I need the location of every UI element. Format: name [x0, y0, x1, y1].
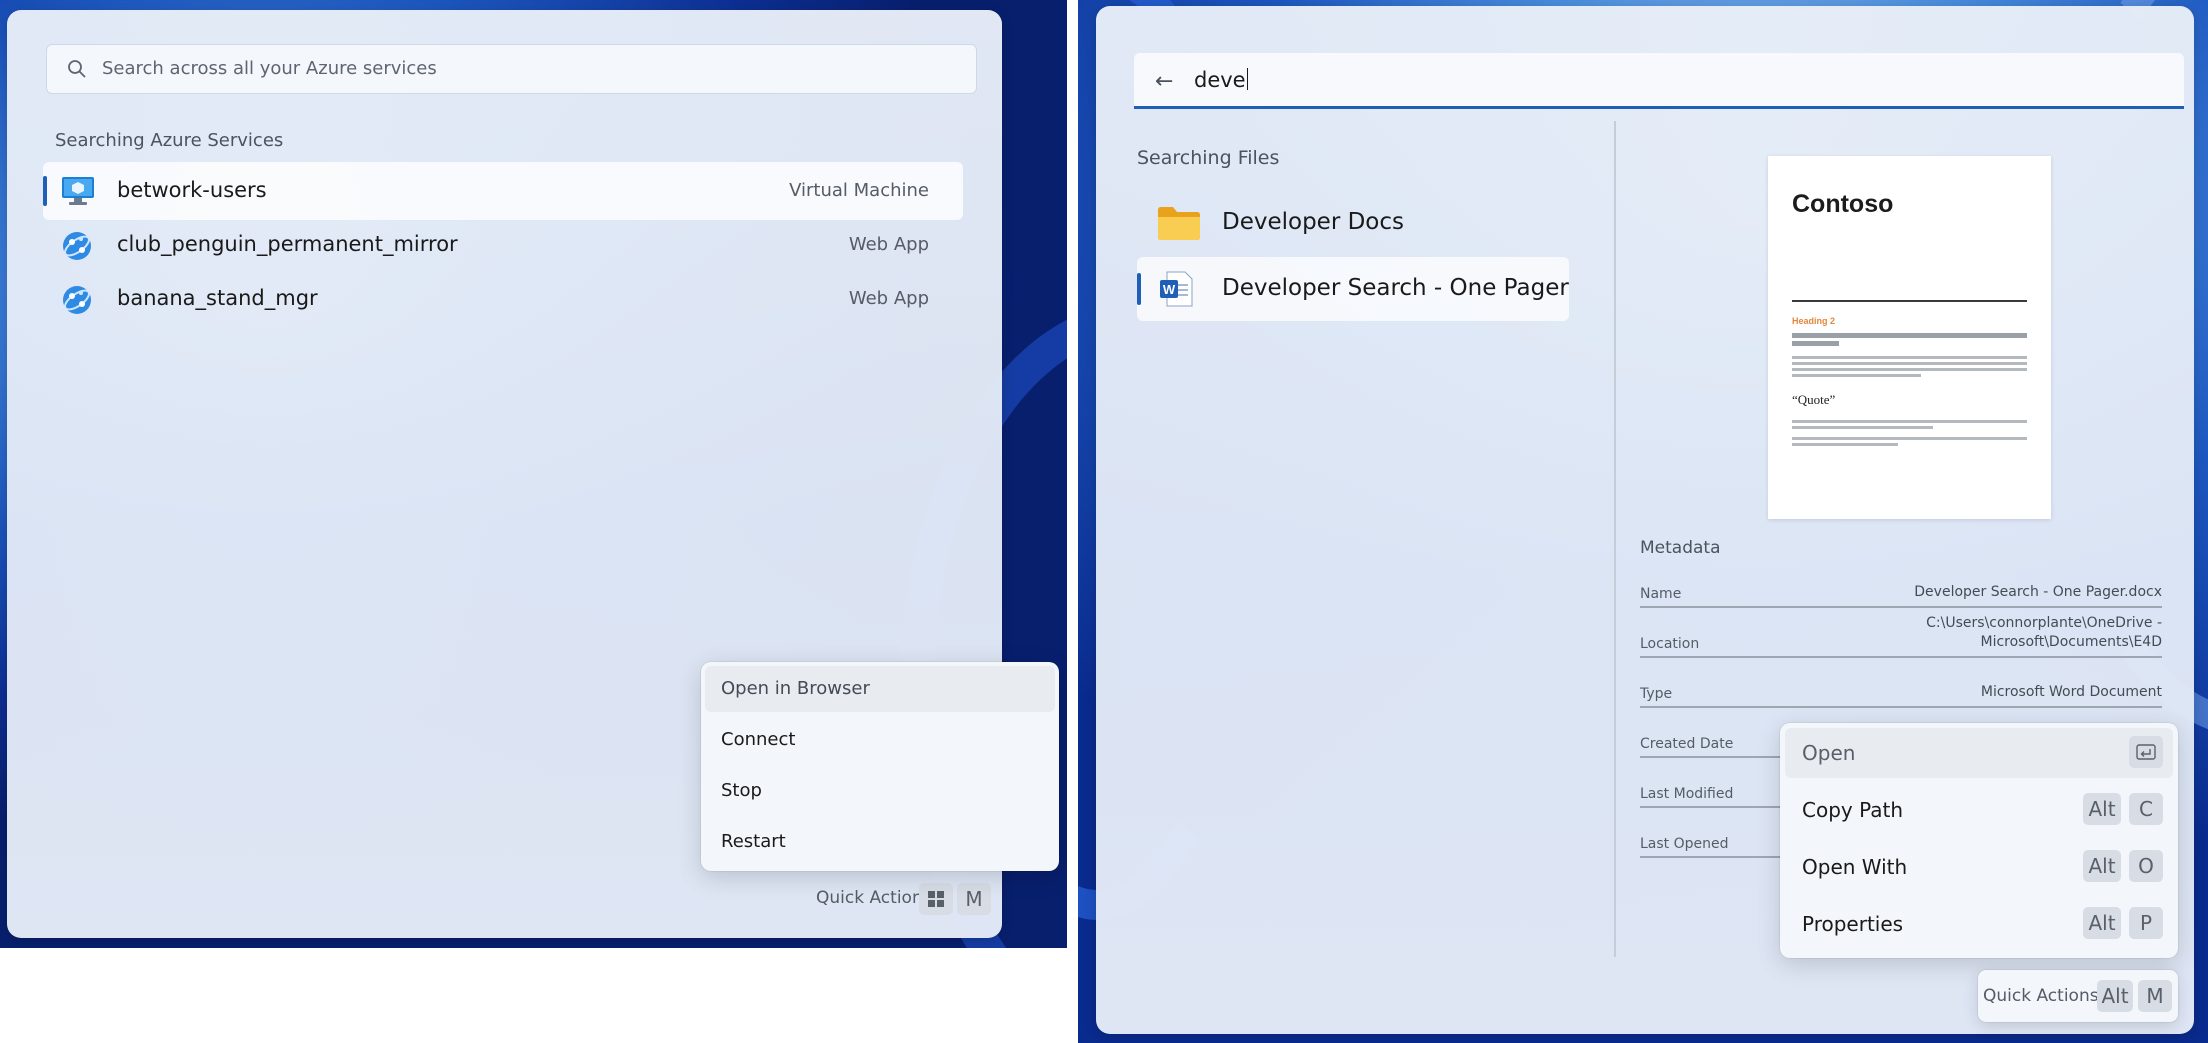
shortcut-key: C [2129, 793, 2163, 825]
metadata-key: Last Modified [1640, 786, 1734, 802]
menu-item-label: Stop [721, 780, 762, 801]
preview-quote: “Quote” [1792, 392, 1836, 407]
result-name: club_penguin_permanent_mirror [117, 232, 458, 256]
result-name: Developer Search - One Pager [1222, 275, 1569, 301]
result-row[interactable]: betwork-users Virtual Machine [43, 162, 963, 220]
result-row[interactable]: W Developer Search - One Pager [1137, 257, 1569, 321]
back-arrow-icon[interactable]: ← [1155, 69, 1173, 94]
document-preview[interactable]: Contoso Heading 2 “Quote” [1768, 156, 2051, 519]
menu-item-label: Restart [721, 831, 786, 852]
enter-key-icon [2129, 736, 2163, 768]
quick-actions-label: Quick Actions [816, 888, 932, 908]
preview-rule [1792, 300, 2027, 302]
metadata-value: C:\Users\connorplante\OneDrive - Microso… [1926, 615, 2162, 650]
menu-item-label: Open [1802, 741, 1856, 765]
menu-item-label: Open With [1802, 855, 1908, 879]
result-type: Virtual Machine [789, 180, 929, 201]
metadata-key: Created Date [1640, 736, 1734, 752]
metadata-key: Name [1640, 586, 1682, 602]
shortcut-key[interactable]: M [957, 883, 991, 915]
word-doc-icon: W [1160, 271, 1193, 307]
folder-icon [1158, 207, 1200, 240]
metadata-row-location: Location C:\Users\connorplante\OneDrive … [1640, 614, 2162, 658]
menu-item-label: Copy Path [1802, 798, 1904, 822]
menu-item-properties[interactable]: Properties Alt P [1785, 899, 2173, 949]
preview-text-lines [1792, 332, 2027, 346]
search-query-text: deve [1194, 68, 1246, 92]
text-caret [1246, 68, 1248, 90]
pane-divider [1614, 121, 1616, 957]
quick-actions-bar[interactable]: Quick Actions Alt M [1978, 970, 2178, 1022]
metadata-key: Type [1640, 686, 1673, 702]
result-row[interactable]: banana_stand_mgr Web App [43, 270, 963, 328]
search-icon [68, 60, 86, 78]
context-menu: Open in Browser Connect Stop Restart [701, 662, 1059, 871]
shortcut-key: Alt [2083, 850, 2121, 882]
menu-item-connect[interactable]: Connect [705, 717, 1055, 763]
result-row[interactable]: club_penguin_permanent_mirror Web App [43, 216, 963, 274]
metadata-title: Metadata [1640, 538, 1721, 558]
context-menu: Open Copy Path Alt C Open With Alt O Pro… [1780, 723, 2178, 958]
metadata-row-name: Name Developer Search - One Pager.docx [1640, 576, 2162, 608]
result-row[interactable]: Developer Docs [1137, 191, 1569, 255]
preview-brand: Contoso [1792, 190, 1894, 218]
menu-item-label: Connect [721, 729, 796, 750]
search-input[interactable]: Search across all your Azure services [46, 44, 977, 94]
svg-text:W: W [1163, 282, 1176, 297]
menu-item-open[interactable]: Open [1785, 728, 2173, 778]
selection-indicator [1137, 273, 1141, 305]
metadata-row-type: Type Microsoft Word Document [1640, 674, 2162, 708]
preview-text-lines [1792, 420, 2027, 446]
shortcut-key: O [2129, 850, 2163, 882]
menu-item-label: Properties [1802, 912, 1904, 936]
menu-item-label: Open in Browser [721, 678, 870, 699]
metadata-key: Location [1640, 636, 1700, 652]
search-placeholder: Search across all your Azure services [102, 58, 437, 79]
file-search-window: ← deve Searching Files Developer Docs W … [1078, 0, 2208, 1043]
section-label: Searching Azure Services [55, 130, 284, 151]
shortcut-key: P [2129, 907, 2163, 939]
result-name: Developer Docs [1222, 209, 1405, 235]
metadata-value: Developer Search - One Pager.docx [1914, 584, 2162, 600]
result-name: betwork-users [117, 178, 267, 202]
section-label: Searching Files [1137, 147, 1280, 169]
quick-actions-label: Quick Actions [1983, 986, 2099, 1006]
search-query: deve [1194, 68, 1248, 92]
web-app-icon [63, 232, 91, 260]
search-input[interactable]: ← deve [1134, 53, 2184, 109]
result-name: banana_stand_mgr [117, 286, 318, 310]
metadata-value: Microsoft Word Document [1980, 684, 2162, 700]
menu-item-copy-path[interactable]: Copy Path Alt C [1785, 785, 2173, 835]
azure-search-window: Search across all your Azure services Se… [0, 0, 1067, 948]
menu-item-stop[interactable]: Stop [705, 768, 1055, 814]
preview-text-lines [1792, 356, 2027, 377]
shortcut-key: Alt [2097, 980, 2133, 1012]
metadata-key: Last Opened [1640, 836, 1729, 852]
shortcut-key: M [2138, 980, 2172, 1012]
menu-item-open-with[interactable]: Open With Alt O [1785, 842, 2173, 892]
windows-key-icon[interactable] [919, 883, 953, 915]
result-type: Web App [848, 234, 929, 255]
web-app-icon [63, 286, 91, 314]
shortcut-key: Alt [2083, 793, 2121, 825]
menu-item-open-in-browser[interactable]: Open in Browser [705, 666, 1055, 712]
shortcut-key: Alt [2083, 907, 2121, 939]
menu-item-restart[interactable]: Restart [705, 819, 1055, 865]
virtual-machine-icon [62, 177, 94, 205]
preview-heading: Heading 2 [1792, 316, 1836, 326]
result-type: Web App [848, 288, 929, 309]
selection-indicator [43, 176, 47, 206]
